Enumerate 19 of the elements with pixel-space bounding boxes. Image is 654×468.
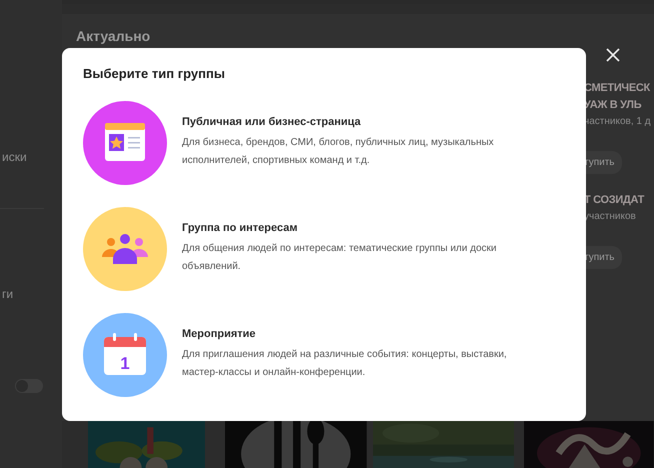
group-meta: участников [584,211,637,222]
section-title: Актуально [76,28,152,44]
web-page-icon[interactable] [83,101,167,185]
sidebar-item[interactable]: иски [2,150,62,164]
people-icon[interactable] [83,207,167,291]
dialog-title: Выберите тип группы [83,66,226,81]
join-button[interactable]: тупить [584,246,622,269]
join-button[interactable]: тупить [584,151,622,174]
option-title[interactable]: Публичная или бизнес-страница [182,116,532,128]
close-icon[interactable] [606,48,620,62]
group-meta: частников, 1 д [584,116,652,127]
group-title[interactable]: СМЕТИЧЕСК [584,80,654,97]
option-description: Для приглашения людей на различные события: концерты, выставки, мастер-классы и онлайн-конференции. [182,348,508,380]
option-title[interactable]: Мероприятие [182,328,532,340]
option-title[interactable]: Группа по интересам [182,222,532,234]
calendar-icon[interactable]: 1 [83,313,167,397]
option-description: Для бизнеса, брендов, СМИ, блогов, публичных лиц, музыкальных исполнителей, спортивных команд и т.д. [182,136,495,168]
sidebar-item[interactable]: ги [2,287,62,301]
option-description: Для общения людей по интересам: тематические группы или доски объявлений. [182,242,498,274]
